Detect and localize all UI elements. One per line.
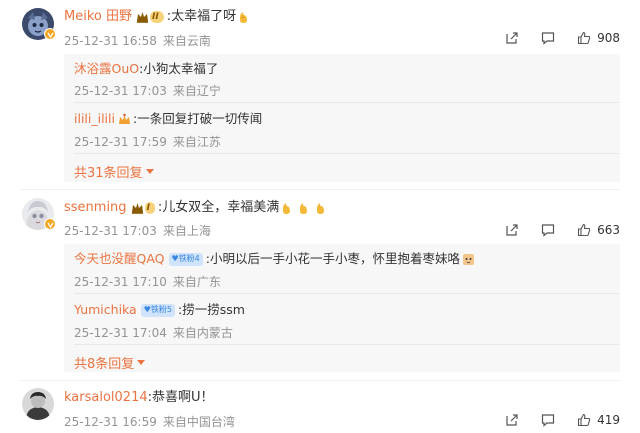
- divider: [74, 344, 620, 345]
- dog-emoji-icon: [462, 252, 475, 267]
- reply-date: 25-12-31 17:59: [74, 135, 167, 149]
- thumbs-up-emoji-icon: [237, 10, 250, 25]
- comment-icon[interactable]: [541, 413, 555, 427]
- vip-level-badge: I: [131, 201, 155, 215]
- reply-username[interactable]: ilili_ilili: [74, 110, 115, 128]
- comment-username[interactable]: karsalol0214: [64, 389, 148, 407]
- comment-location: 来自中国台湾: [162, 415, 235, 429]
- heart-icon: ♥: [143, 305, 151, 314]
- reply-username[interactable]: 今天也没醒QAQ: [74, 250, 165, 268]
- reply-location: 来自辽宁: [172, 84, 221, 98]
- comment-date: 25-12-31 17:03: [64, 224, 157, 238]
- reply-item: 沐浴露OuO :小狗太幸福了: [74, 60, 218, 78]
- fan-level-badge: ♥ 铁粉5: [140, 303, 175, 317]
- share-icon[interactable]: [505, 413, 519, 427]
- comment-meta: 25-12-31 16:59 来自中国台湾: [64, 413, 235, 430]
- comment-location: 来自云南: [162, 34, 211, 48]
- thumbs-up-icon[interactable]: [577, 413, 591, 427]
- like-count: 908: [597, 31, 620, 45]
- view-more-replies-link[interactable]: 共8条回复: [74, 353, 146, 372]
- comment-separator: [20, 189, 620, 190]
- caret-down-icon: [145, 168, 154, 174]
- thumbs-up-emoji-icon: [314, 201, 327, 216]
- comment-username[interactable]: Meiko 田野: [64, 8, 132, 26]
- reply-date: 25-12-31 17:03: [74, 84, 167, 98]
- comment-separator: [20, 380, 620, 381]
- divider: [74, 153, 620, 154]
- reply-location: 来自内蒙古: [172, 326, 233, 340]
- comment-text: :太幸福了呀: [166, 9, 237, 24]
- verified-icon: [44, 28, 56, 40]
- comment-icon[interactable]: [541, 223, 555, 237]
- crown-badge-icon: [118, 112, 131, 127]
- reply-item: ilili_ilili :一条回复打破一切传闻: [74, 110, 262, 128]
- reply-text: :小狗太幸福了: [139, 61, 219, 76]
- reply-item: 今天也没醒QAQ ♥ 铁粉4 :小明以后一手小花一手小枣，怀里抱着枣妹咯: [74, 250, 475, 268]
- view-more-replies-link[interactable]: 共31条回复: [74, 162, 154, 181]
- comment-actions: 663: [505, 223, 620, 237]
- reply-location: 来自广东: [172, 275, 221, 289]
- reply-text: :小明以后一手小花一手小枣，怀里抱着枣妹咯: [205, 251, 460, 266]
- reply-date: 25-12-31 17:04: [74, 326, 167, 340]
- reply-username[interactable]: 沐浴露OuO: [74, 60, 139, 78]
- reply-meta: 25-12-31 17:03 来自辽宁: [74, 82, 221, 99]
- divider: [74, 102, 620, 103]
- reply-meta: 25-12-31 17:59 来自江苏: [74, 133, 221, 150]
- reply-username[interactable]: Yumichika: [74, 301, 137, 319]
- fan-level-badge: ♥ 铁粉4: [168, 252, 203, 266]
- reply-date: 25-12-31 17:10: [74, 275, 167, 289]
- comment-text: :恭喜啊U！: [147, 390, 214, 405]
- like-count: 419: [597, 413, 620, 427]
- reply-text: :一条回复打破一切传闻: [132, 111, 263, 126]
- thumbs-up-icon[interactable]: [577, 31, 591, 45]
- reply-location: 来自江苏: [172, 135, 221, 149]
- heart-icon: ♥: [171, 254, 179, 263]
- verified-icon: [44, 218, 56, 230]
- reply-meta: 25-12-31 17:04 来自内蒙古: [74, 324, 233, 341]
- share-icon[interactable]: [505, 223, 519, 237]
- comment-username[interactable]: ssenming: [64, 199, 127, 217]
- comment-date: 25-12-31 16:58: [64, 34, 157, 48]
- share-icon[interactable]: [505, 31, 519, 45]
- avatar[interactable]: [22, 388, 54, 420]
- caret-down-icon: [137, 359, 146, 365]
- reply-item: Yumichika ♥ 铁粉5 :捞一捞ssm: [74, 301, 245, 319]
- reply-meta: 25-12-31 17:10 来自广东: [74, 273, 221, 290]
- thumbs-up-emoji-icon: [297, 201, 310, 216]
- comment-meta: 25-12-31 16:58 来自云南: [64, 32, 211, 49]
- comment-date: 25-12-31 16:59: [64, 415, 157, 429]
- like-count: 663: [597, 223, 620, 237]
- comment-actions: 419: [505, 413, 620, 427]
- reply-text: :捞一捞ssm: [178, 302, 245, 317]
- thumbs-up-icon[interactable]: [577, 223, 591, 237]
- comment-icon[interactable]: [541, 31, 555, 45]
- vip-level-badge: II: [136, 10, 164, 24]
- comment-location: 来自上海: [162, 224, 211, 238]
- comment-actions: 908: [505, 31, 620, 45]
- comment-text: :儿女双全，幸福美满: [157, 200, 280, 215]
- divider: [74, 293, 620, 294]
- thumbs-up-emoji-icon: [280, 201, 293, 216]
- comment-meta: 25-12-31 17:03 来自上海: [64, 222, 211, 239]
